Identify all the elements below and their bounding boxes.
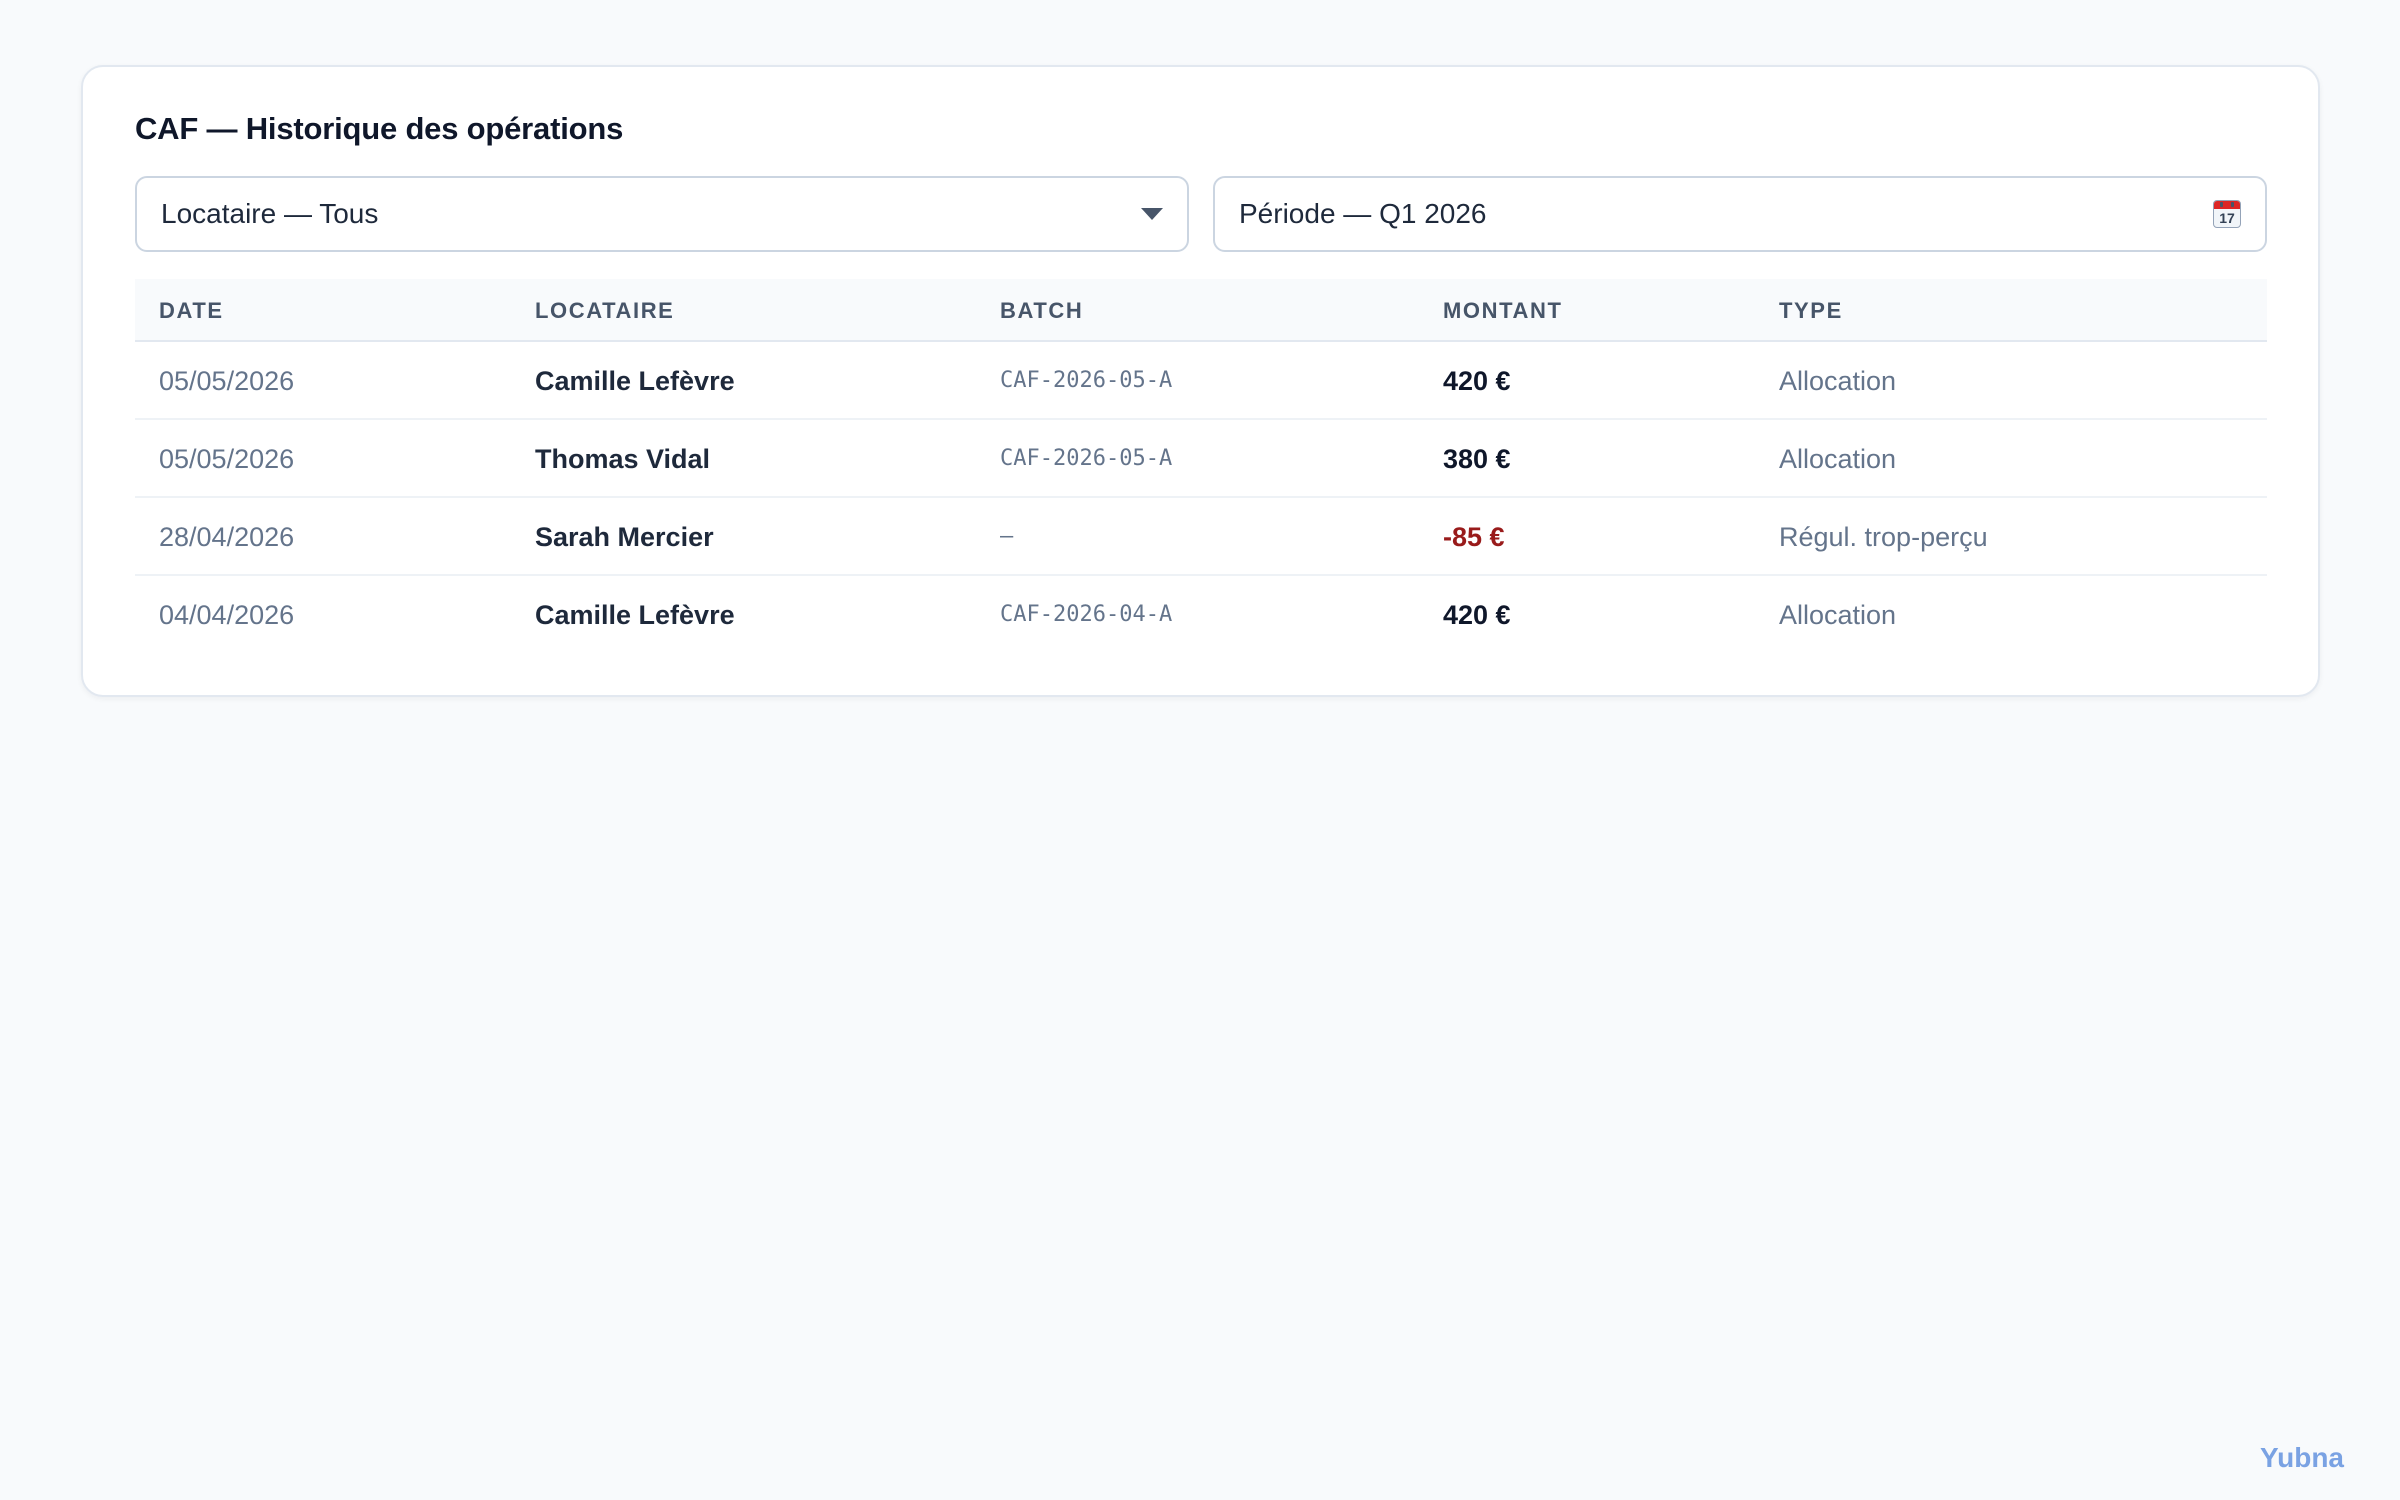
operations-table: DATE LOCATAIRE BATCH MONTANT TYPE 05/05/… [135,279,2267,654]
cell-tenant: Thomas Vidal [535,444,711,474]
chevron-down-icon [1141,208,1163,220]
caf-history-card: CAF — Historique des opérations Locatair… [81,65,2320,697]
cell-type: Allocation [1779,444,1897,474]
cell-date: 04/04/2026 [159,600,295,630]
cell-batch: — [1000,524,1014,549]
cell-tenant: Camille Lefèvre [535,600,735,630]
cell-amount: 380 € [1443,444,1511,474]
cell-type: Allocation [1779,366,1897,396]
header-tenant[interactable]: LOCATAIRE [535,279,674,342]
cell-batch: CAF-2026-05-A [1000,446,1173,471]
cell-amount: 420 € [1443,600,1511,630]
cell-date: 28/04/2026 [159,522,295,552]
table-row[interactable]: 28/04/2026 Sarah Mercier — -85 € Régul. … [135,498,2267,576]
cell-date: 05/05/2026 [159,366,295,396]
calendar-icon[interactable]: 17 [2213,200,2241,228]
brand-logo[interactable]: Yubna [2260,1442,2344,1474]
cell-batch: CAF-2026-05-A [1000,368,1173,393]
cell-batch: CAF-2026-04-A [1000,602,1173,627]
tenant-filter-value: Locataire — Tous [161,198,379,229]
tenant-filter-select[interactable]: Locataire — Tous [135,176,1189,252]
header-date[interactable]: DATE [159,279,224,342]
header-batch[interactable]: BATCH [1000,279,1083,342]
cell-date: 05/05/2026 [159,444,295,474]
cell-type: Régul. trop-perçu [1779,522,1988,552]
cell-tenant: Sarah Mercier [535,522,714,552]
table-row[interactable]: 05/05/2026 Thomas Vidal CAF-2026-05-A 38… [135,420,2267,498]
cell-tenant: Camille Lefèvre [535,366,735,396]
period-filter-value: Période — Q1 2026 [1239,198,1487,229]
period-filter-input[interactable]: Période — Q1 2026 17 [1213,176,2267,252]
table-header: DATE LOCATAIRE BATCH MONTANT TYPE [135,279,2267,342]
header-type[interactable]: TYPE [1779,279,1843,342]
cell-amount: 420 € [1443,366,1511,396]
cell-amount: -85 € [1443,522,1505,552]
card-title: CAF — Historique des opérations [135,111,624,146]
header-amount[interactable]: MONTANT [1443,279,1563,342]
table-row[interactable]: 04/04/2026 Camille Lefèvre CAF-2026-04-A… [135,576,2267,654]
cell-type: Allocation [1779,600,1897,630]
table-row[interactable]: 05/05/2026 Camille Lefèvre CAF-2026-05-A… [135,342,2267,420]
